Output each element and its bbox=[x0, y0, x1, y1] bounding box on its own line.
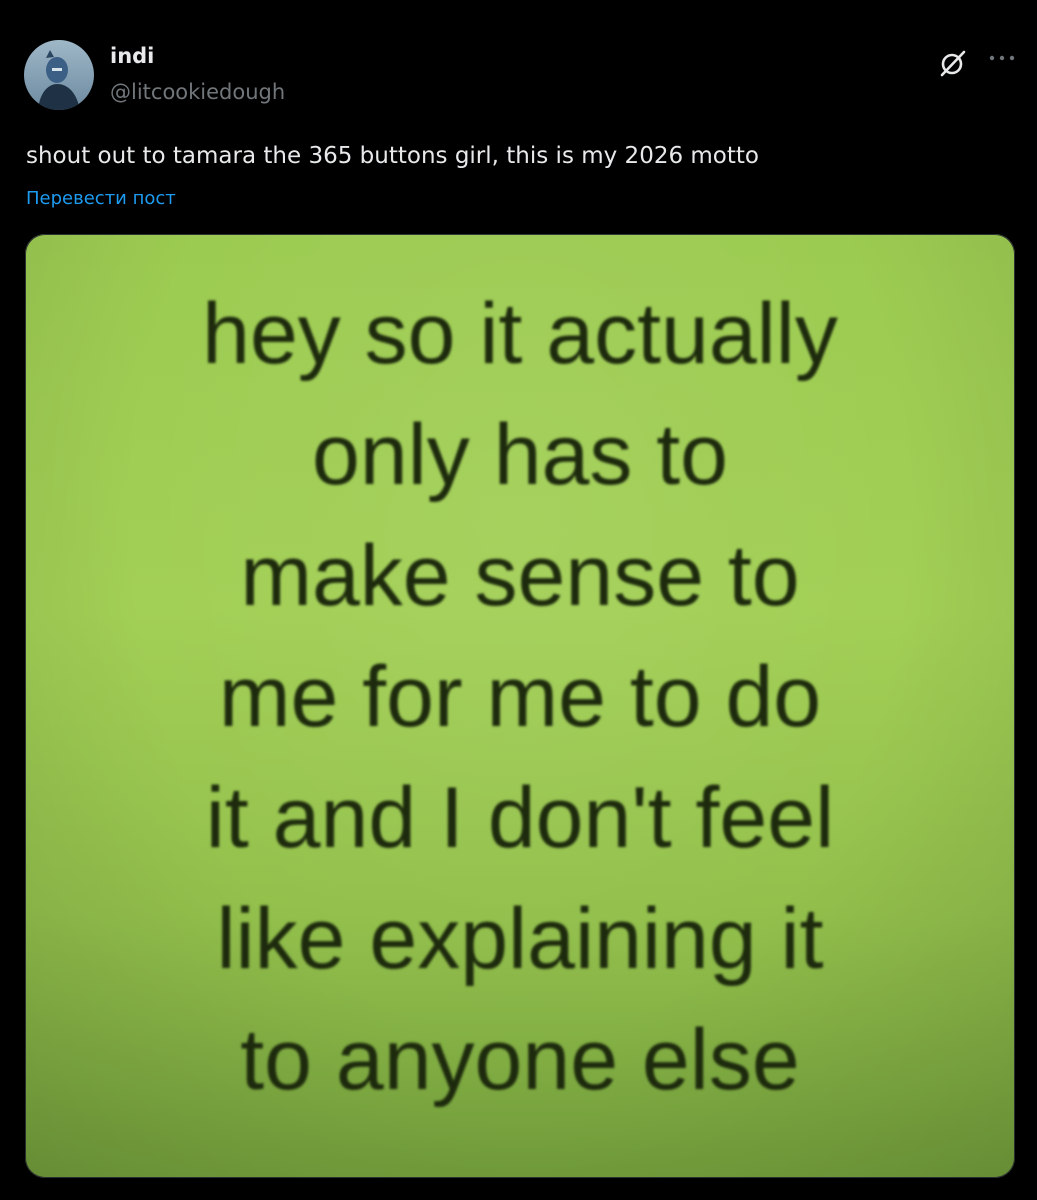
post-text: shout out to tamara the 365 buttons girl… bbox=[26, 143, 759, 169]
author-display-name[interactable]: indi bbox=[110, 44, 154, 68]
translate-post-link[interactable]: Перевести пост bbox=[26, 188, 176, 209]
post-media-image[interactable]: hey so it actually only has to make sens… bbox=[25, 234, 1015, 1178]
media-text: hey so it actually only has to make sens… bbox=[25, 274, 1015, 1121]
media-text-line: it and I don't feel bbox=[205, 770, 835, 866]
media-text-line: like explaining it bbox=[216, 891, 824, 987]
avatar-image bbox=[24, 40, 94, 110]
media-text-line: make sense to bbox=[240, 528, 800, 624]
media-text-line: hey so it actually bbox=[202, 286, 838, 382]
avatar[interactable] bbox=[24, 40, 94, 110]
media-text-line: to anyone else bbox=[240, 1012, 800, 1108]
more-options-icon[interactable] bbox=[984, 46, 1020, 70]
grok-icon[interactable] bbox=[938, 48, 968, 78]
media-text-line: only has to bbox=[312, 407, 728, 503]
author-handle[interactable]: @litcookiedough bbox=[110, 80, 285, 104]
media-text-line: me for me to do bbox=[218, 649, 822, 745]
post: indi @litcookiedough shout out to tamara… bbox=[0, 0, 1037, 1200]
